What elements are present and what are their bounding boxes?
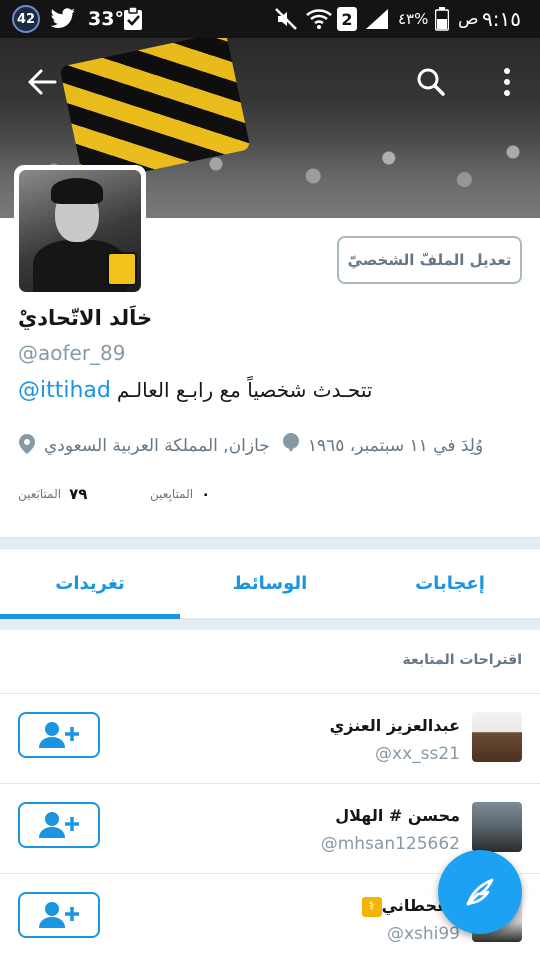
bio-text: تتحـدث شخصياً مع رابـع العالـم <box>116 378 373 402</box>
back-button[interactable] <box>20 60 64 104</box>
following-label: المتابَعين <box>18 487 62 501</box>
follow-suggestions-title: اقتراحات المتابعة <box>402 652 522 668</box>
avatar[interactable] <box>472 712 522 762</box>
suggestion-handle: @xshi99 <box>386 924 460 944</box>
followers-count: ٠ <box>201 485 211 503</box>
profile-handle: @aofer_89 <box>18 341 126 365</box>
sim-slot-badge: 2 <box>337 0 357 38</box>
clock: ٩:١٥ <box>482 7 521 31</box>
search-icon <box>417 68 445 96</box>
more-options-button[interactable] <box>485 60 529 104</box>
followers-stat[interactable]: ٠ المتابِعين <box>150 482 210 506</box>
suggestion-name: محسن # الهلال <box>335 806 460 825</box>
edit-profile-button[interactable]: تعديل الملفّ الشخصيّ <box>337 236 522 284</box>
follow-button[interactable] <box>18 802 100 848</box>
profile-meta: جازان, المملكة العربية السعودي وُلِدَ في… <box>18 432 503 460</box>
tab-media[interactable]: الوسائط <box>180 549 360 618</box>
profile-name: خاَلد الاتّحاديْ <box>18 306 153 330</box>
bio-mention-link[interactable]: @ittihad <box>18 378 111 403</box>
followers-label: المتابِعين <box>150 487 194 501</box>
more-vertical-icon <box>504 68 510 96</box>
section-divider <box>0 619 540 630</box>
add-user-icon <box>39 722 79 748</box>
search-button[interactable] <box>409 60 453 104</box>
twitter-icon <box>50 0 76 38</box>
avatar[interactable] <box>472 802 522 852</box>
battery-percent: ٤٣% <box>398 10 429 28</box>
ampm-indicator: ص <box>458 9 479 29</box>
location-pin-icon <box>18 433 36 460</box>
tab-tweets[interactable]: تغريدات <box>0 549 180 619</box>
add-user-icon <box>39 812 79 838</box>
wifi-icon <box>306 0 332 38</box>
signal-strength-icon <box>364 0 390 38</box>
following-stat[interactable]: ٧٩ المتابَعين <box>18 482 87 506</box>
profile-tabs: تغريدات الوسائط إعجابات <box>0 549 540 619</box>
club-logo-icon <box>107 252 137 286</box>
arrow-left-icon <box>28 69 57 95</box>
tab-likes[interactable]: إعجابات <box>360 549 540 618</box>
suggestion-name: عبدالعزيز العنزي <box>329 716 460 735</box>
suggestion-handle: @xx_ss21 <box>375 744 460 764</box>
status-bar: 42 33° 2 ٤٣% ص ٩:١٥ <box>0 0 540 38</box>
temperature-readout: 33° <box>88 8 124 30</box>
clipboard-check-icon <box>122 0 144 38</box>
following-count: ٧٩ <box>69 485 88 503</box>
follow-button[interactable] <box>18 892 100 938</box>
section-divider <box>0 537 540 549</box>
compose-icon <box>466 878 494 906</box>
balloon-icon <box>282 432 300 460</box>
profile-avatar[interactable] <box>14 165 146 297</box>
profile-bio: @ittihad تتحـدث شخصياً مع رابـع العالـم <box>18 378 372 403</box>
compose-tweet-button[interactable] <box>438 850 522 934</box>
list-item[interactable]: عبدالعزيز العنزي @xx_ss21 <box>0 693 540 783</box>
notification-count-badge: 42 <box>12 0 40 38</box>
medical-badge-icon: ⚕ <box>361 896 382 917</box>
add-user-icon <box>39 902 79 928</box>
follow-button[interactable] <box>18 712 100 758</box>
mute-icon <box>274 0 298 38</box>
suggestion-handle: @mhsan125662 <box>320 834 460 854</box>
battery-icon <box>435 0 449 38</box>
profile-location: جازان, المملكة العربية السعودي <box>44 436 270 456</box>
profile-birthday: وُلِدَ في ١١ سبتمبر، ١٩٦٥ <box>307 436 484 456</box>
